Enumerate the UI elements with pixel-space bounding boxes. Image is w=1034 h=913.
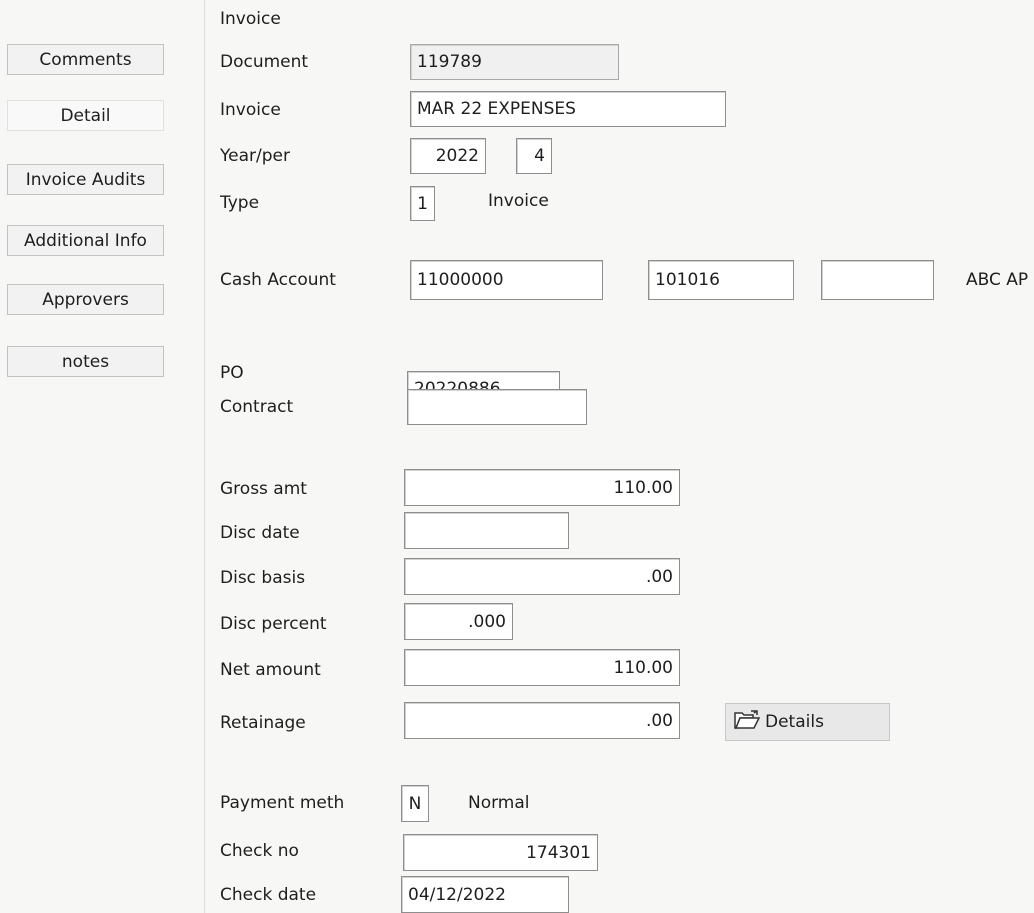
open-folder-icon [733, 709, 765, 736]
invoice-field[interactable]: MAR 22 EXPENSES [410, 91, 726, 127]
payment-meth-description: Normal [468, 793, 530, 813]
cash-account-field[interactable]: 11000000 [410, 260, 603, 300]
type-code-field[interactable]: 1 [410, 186, 435, 221]
retainage-field[interactable]: .00 [404, 702, 680, 739]
year-field[interactable]: 2022 [410, 138, 486, 174]
contract-field[interactable] [407, 389, 587, 425]
cash-account-sub-field[interactable]: 101016 [648, 260, 794, 300]
disc-basis-label: Disc basis [220, 568, 306, 588]
section-title: Invoice [220, 9, 281, 29]
po-label: PO [220, 363, 244, 383]
notes-button[interactable]: notes [7, 346, 164, 377]
document-label: Document [220, 52, 309, 72]
net-amount-label: Net amount [220, 660, 321, 680]
details-button-label: Details [765, 712, 824, 732]
panel-divider [204, 0, 205, 913]
check-no-label: Check no [220, 841, 299, 861]
disc-date-field[interactable] [404, 512, 569, 549]
invoice-audits-button[interactable]: Invoice Audits [7, 164, 164, 195]
cash-account-extra-field[interactable] [821, 260, 934, 300]
check-no-field[interactable]: 174301 [403, 834, 598, 871]
disc-date-label: Disc date [220, 523, 300, 543]
document-field[interactable]: 119789 [410, 44, 619, 80]
payment-meth-code-field[interactable]: N [401, 785, 429, 822]
approvers-button[interactable]: Approvers [7, 284, 164, 315]
type-label: Type [220, 193, 260, 213]
contract-label: Contract [220, 397, 294, 417]
type-description: Invoice [488, 191, 549, 211]
gross-amt-label: Gross amt [220, 479, 307, 499]
cash-account-label: Cash Account [220, 270, 336, 290]
retainage-details-button[interactable]: Details [725, 703, 890, 741]
disc-percent-field[interactable]: .000 [404, 603, 513, 640]
cash-account-description: ABC AP [966, 270, 1029, 290]
gross-amt-field[interactable]: 110.00 [404, 469, 680, 506]
payment-meth-label: Payment meth [220, 793, 345, 813]
check-date-field[interactable]: 04/12/2022 [401, 876, 569, 913]
additional-info-button[interactable]: Additional Info [7, 225, 164, 256]
detail-button[interactable]: Detail [7, 100, 164, 131]
invoice-label: Invoice [220, 100, 281, 120]
comments-button[interactable]: Comments [7, 44, 164, 75]
year-per-label: Year/per [220, 146, 290, 166]
retainage-label: Retainage [220, 713, 306, 733]
disc-basis-field[interactable]: .00 [404, 558, 680, 595]
check-date-label: Check date [220, 885, 317, 905]
net-amount-field[interactable]: 110.00 [404, 649, 680, 686]
period-field[interactable]: 4 [516, 138, 552, 174]
disc-percent-label: Disc percent [220, 614, 327, 634]
